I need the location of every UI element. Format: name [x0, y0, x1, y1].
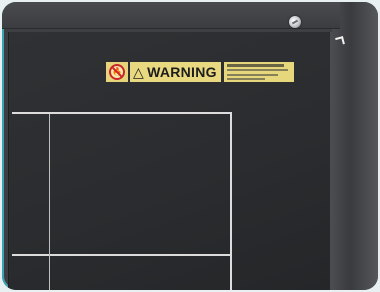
bed-outline-top — [12, 112, 232, 114]
warning-fine-print — [223, 62, 294, 82]
bed-edge — [330, 32, 333, 290]
bed-center-line — [49, 114, 50, 290]
printer-frame: 🔥 △ WARNING — [2, 2, 378, 290]
bed-outline-bottom — [12, 254, 232, 256]
warning-text: WARNING — [147, 64, 217, 80]
bed-outline-right — [230, 112, 232, 290]
screw-icon — [289, 16, 301, 28]
no-open-flame-icon: 🔥 — [106, 62, 128, 82]
warning-triangle-icon: △ — [133, 63, 145, 80]
warning-heading: △ WARNING — [130, 62, 221, 82]
warning-label: 🔥 △ WARNING — [106, 62, 306, 82]
